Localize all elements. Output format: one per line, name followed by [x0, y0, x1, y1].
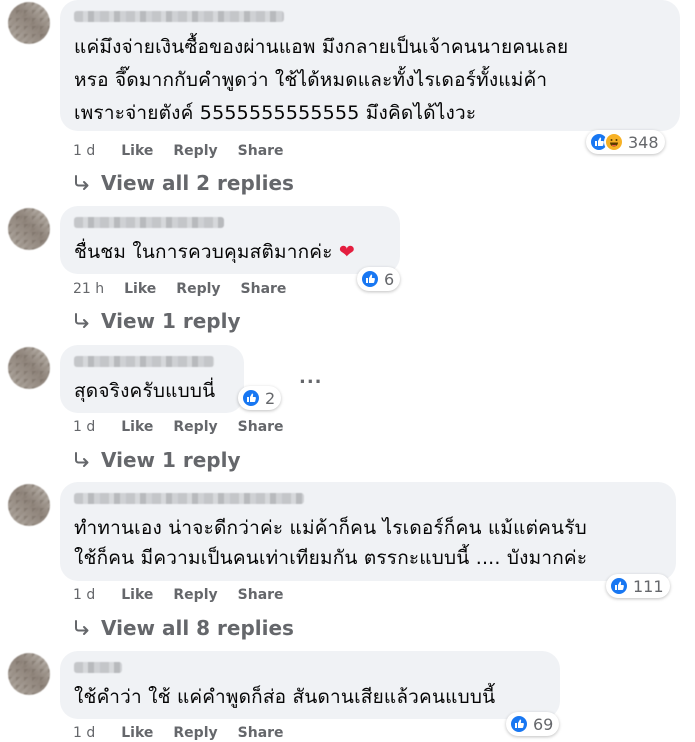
- reaction-summary[interactable]: 69: [506, 712, 560, 736]
- like-button[interactable]: Like: [121, 419, 153, 435]
- author-name-blurred[interactable]: [74, 356, 214, 367]
- reply-button[interactable]: Reply: [173, 725, 217, 741]
- reaction-summary[interactable]: 2: [238, 386, 282, 410]
- comment-actions: 21 h Like Reply Share: [73, 281, 306, 297]
- comment-actions: 1 d Like Reply Share: [73, 419, 304, 435]
- share-button[interactable]: Share: [238, 587, 284, 603]
- comment-text-content: ชื่นชม ในการควบคุมสติมากค่ะ: [74, 241, 333, 263]
- reply-arrow-icon: [73, 174, 91, 192]
- comment-actions: 1 d Like Reply Share: [73, 725, 304, 741]
- reply-arrow-icon: [73, 451, 91, 469]
- author-name-blurred[interactable]: [74, 493, 304, 504]
- view-replies-link[interactable]: View all 8 replies: [73, 616, 294, 640]
- comment-text: ชื่นชม ในการควบคุมสติมากค่ะ ❤: [74, 237, 386, 267]
- comment-bubble: ทำทานเอง น่าจะดีกว่าค่ะ แม่ค้าก็คน ไรเดอ…: [60, 482, 676, 581]
- comment-text: ทำทานเอง น่าจะดีกว่าค่ะ แม่ค้าก็คน ไรเดอ…: [74, 517, 588, 569]
- avatar[interactable]: [8, 208, 50, 250]
- more-options-icon[interactable]: ...: [299, 367, 323, 388]
- view-replies-label[interactable]: View 1 reply: [101, 448, 241, 472]
- timestamp[interactable]: 1 d: [73, 419, 95, 435]
- share-button[interactable]: Share: [241, 281, 287, 297]
- view-replies-label[interactable]: View all 2 replies: [101, 171, 294, 195]
- heart-emoji-icon: ❤: [338, 241, 355, 263]
- comment-bubble: แค่มึงจ่ายเงินซื้อของผ่านแอพ มึงกลายเป็น…: [60, 0, 680, 131]
- comment-text: สุดจริงครับแบบนี่: [74, 380, 216, 402]
- reaction-count: 2: [265, 388, 276, 408]
- timestamp[interactable]: 1 d: [73, 587, 95, 603]
- timestamp[interactable]: 21 h: [73, 281, 104, 297]
- share-button[interactable]: Share: [238, 419, 284, 435]
- comment-bubble: ใช้คำว่า ใช้ แค่คำพูดก็ส่อ สันดานเสียแล้…: [60, 651, 560, 719]
- comment-bubble: สุดจริงครับแบบนี่: [60, 345, 244, 413]
- reply-button[interactable]: Reply: [173, 587, 217, 603]
- comment-bubble: ชื่นชม ในการควบคุมสติมากค่ะ ❤: [60, 206, 400, 274]
- reply-arrow-icon: [73, 619, 91, 637]
- timestamp[interactable]: 1 d: [73, 143, 95, 159]
- author-name-blurred[interactable]: [74, 662, 122, 673]
- comment-text: แค่มึงจ่ายเงินซื้อของผ่านแอพ มึงกลายเป็น…: [74, 36, 569, 124]
- avatar[interactable]: [8, 2, 50, 44]
- view-replies-link[interactable]: View all 2 replies: [73, 171, 294, 195]
- avatar[interactable]: [8, 484, 50, 526]
- like-button[interactable]: Like: [121, 143, 153, 159]
- like-button[interactable]: Like: [121, 725, 153, 741]
- like-thumb-icon: [241, 388, 261, 408]
- view-replies-label[interactable]: View 1 reply: [101, 309, 241, 333]
- like-button[interactable]: Like: [121, 587, 153, 603]
- avatar[interactable]: [8, 347, 50, 389]
- like-button[interactable]: Like: [124, 281, 156, 297]
- reaction-count: 111: [633, 576, 664, 596]
- share-button[interactable]: Share: [238, 725, 284, 741]
- comment-text: ใช้คำว่า ใช้ แค่คำพูดก็ส่อ สันดานเสียแล้…: [74, 686, 496, 708]
- author-name-blurred[interactable]: [74, 217, 224, 228]
- author-name-blurred[interactable]: [74, 11, 284, 22]
- reaction-summary[interactable]: 348: [586, 130, 665, 154]
- like-thumb-icon: [509, 714, 529, 734]
- view-replies-link[interactable]: View 1 reply: [73, 448, 241, 472]
- reaction-count: 348: [628, 132, 659, 152]
- reaction-summary[interactable]: 111: [606, 574, 670, 598]
- share-button[interactable]: Share: [238, 143, 284, 159]
- timestamp[interactable]: 1 d: [73, 725, 95, 741]
- reaction-count: 6: [384, 269, 395, 289]
- reaction-count: 69: [533, 714, 554, 734]
- comment-actions: 1 d Like Reply Share: [73, 143, 304, 159]
- haha-emoji-icon: [604, 132, 624, 152]
- view-replies-link[interactable]: View 1 reply: [73, 309, 241, 333]
- reply-button[interactable]: Reply: [173, 143, 217, 159]
- reply-arrow-icon: [73, 312, 91, 330]
- like-thumb-icon: [609, 576, 629, 596]
- avatar[interactable]: [8, 653, 50, 695]
- view-replies-label[interactable]: View all 8 replies: [101, 616, 294, 640]
- comment-actions: 1 d Like Reply Share: [73, 587, 304, 603]
- reaction-summary[interactable]: 6: [357, 267, 401, 291]
- like-thumb-icon: [360, 269, 380, 289]
- reply-button[interactable]: Reply: [173, 419, 217, 435]
- reply-button[interactable]: Reply: [176, 281, 220, 297]
